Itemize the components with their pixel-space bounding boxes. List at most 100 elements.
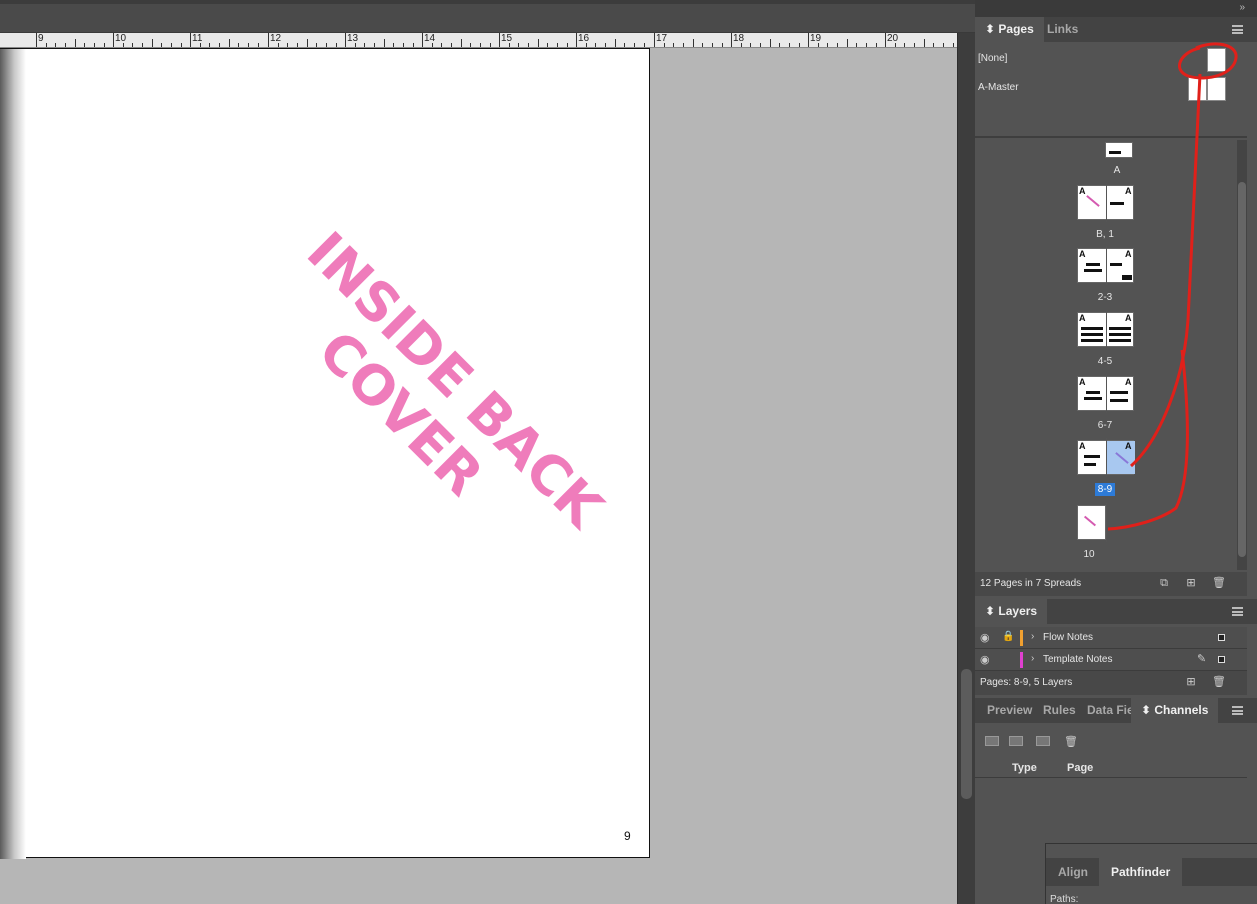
eye-icon[interactable]: ◉ [980,653,990,666]
ruler-minor-tick [200,43,201,47]
trash-icon[interactable]: 🗑 [1212,676,1226,688]
spread-label-10: 10 [1083,549,1095,560]
chevron-right-icon[interactable]: › [1031,653,1034,664]
panel-menu-icon[interactable] [1232,607,1243,616]
ruler-minor-tick [209,43,210,47]
tab-layers[interactable]: ⬍ Layers [975,599,1048,624]
layer-target-square[interactable] [1218,634,1225,641]
ruler-minor-tick [94,43,95,47]
collapse-dock-bar[interactable]: » [975,0,1257,17]
panel-menu-icon[interactable] [1232,706,1243,715]
ruler-major-tick [268,33,269,47]
new-page-icon[interactable]: ⊞ [1185,577,1197,589]
ruler-minor-tick [664,43,665,47]
master-a-label[interactable]: A-Master [978,82,1019,93]
double-chevron-icon[interactable]: » [1239,2,1245,13]
lock-icon[interactable]: 🔒 [1002,631,1014,642]
ruler-minor-tick [750,43,751,47]
layer-row-flow-notes[interactable]: ◉ 🔒 › Flow Notes [975,627,1247,649]
master-a-left-thumbnail[interactable] [1188,77,1207,101]
tab-links[interactable]: Links [1037,17,1088,42]
ruler-major-tick [113,33,114,47]
text-channel-icon[interactable] [985,736,999,746]
document-canvas[interactable]: INSIDE BACK COVER 9 [0,48,957,904]
spread-thumbnail-8-9[interactable]: AA [1077,438,1135,477]
ruler-minor-tick [123,43,124,47]
spread-label-4-5: 4-5 [1097,356,1113,367]
ruler-minor-tick [326,43,327,47]
trash-icon[interactable]: 🗑 [1212,577,1226,589]
ruler-minor-tick [876,43,877,47]
new-layer-icon[interactable]: ⊞ [1185,676,1197,688]
ruler-minor-tick [818,43,819,47]
ruler-minor-tick [480,43,481,47]
inside-back-cover-text[interactable]: INSIDE BACK COVER [127,220,615,688]
channels-panel-tabbar: Preview Rules Data Fie ⬍ Channels [975,698,1257,723]
ruler-major-tick [654,33,655,47]
tab-pathfinder[interactable]: Pathfinder [1099,858,1183,886]
spread-label-2-3: 2-3 [1097,292,1113,303]
ruler-minor-tick [46,43,47,47]
spread-thumbnail-10[interactable] [1077,503,1107,542]
ruler-minor-tick [615,39,616,47]
scrollbar-thumb[interactable] [961,669,972,799]
spread-label-first: A [1113,165,1121,176]
master-a-right-thumbnail[interactable] [1207,77,1226,101]
canvas-vertical-scrollbar[interactable] [957,33,975,904]
layer-row-template-notes[interactable]: ◉ › Template Notes ✎ [975,649,1247,671]
ruler-number: 15 [501,33,513,44]
image-channel-icon[interactable] [1009,736,1023,746]
ruler-minor-tick [403,43,404,47]
ruler-minor-tick [895,43,896,47]
ruler-major-tick [499,33,500,47]
ruler-minor-tick [55,43,56,47]
trash-icon[interactable]: 🗑 [1064,736,1078,748]
ruler-minor-tick [307,39,308,47]
ruler-minor-tick [779,43,780,47]
master-none-label[interactable]: [None] [978,53,1007,64]
ruler-minor-tick [557,43,558,47]
column-type[interactable]: Type [1012,762,1037,774]
spread-thumbnail-b-1[interactable]: AA [1077,183,1134,222]
spread-thumbnail-4-5[interactable]: AA [1077,310,1134,349]
eye-icon[interactable]: ◉ [980,631,990,644]
spread-thumbnail-2-3[interactable]: AA [1077,246,1134,285]
tab-align[interactable]: Align [1046,858,1100,886]
ruler-minor-tick [856,43,857,47]
spread-thumbnail-6-7[interactable]: AA [1077,374,1134,413]
edit-page-size-icon[interactable]: ⧉ [1158,577,1170,589]
pages-scrollbar[interactable] [1237,140,1247,570]
unlink-channel-icon[interactable] [1036,736,1050,746]
ruler-minor-tick [712,43,713,47]
horizontal-ruler[interactable]: 9 10 11 12 13 14 15 16 17 18 19 20 [0,33,957,48]
ruler-minor-tick [65,43,66,47]
ruler-minor-tick [451,43,452,47]
ruler-number: 19 [810,33,822,44]
ruler-minor-tick [837,43,838,47]
layer-name: Flow Notes [1043,632,1094,643]
panel-menu-icon[interactable] [1232,25,1243,34]
page-number: 9 [624,829,631,843]
tab-channels[interactable]: ⬍ Channels [1131,698,1219,723]
tab-pages[interactable]: ⬍ Pages [975,17,1044,42]
column-page[interactable]: Page [1067,762,1093,774]
pages-thumbnails-area[interactable]: A AA B, 1 AA 2-3 AA 4-5 A A 6-7 A A 8-9 … [975,138,1237,570]
ruler-minor-tick [693,39,694,47]
layer-target-square[interactable] [1218,656,1225,663]
ruler-minor-tick [722,43,723,47]
ruler-minor-tick [595,43,596,47]
ruler-number: 13 [347,33,359,44]
document-page[interactable]: INSIDE BACK COVER 9 [0,48,650,859]
pages-scrollbar-thumb[interactable] [1238,182,1246,557]
ruler-minor-tick [624,43,625,47]
ruler-major-tick [345,33,346,47]
master-none-thumbnail[interactable] [1207,48,1226,72]
layers-info-text: Pages: 8-9, 5 Layers [980,677,1073,688]
spine-shadow [0,49,26,859]
ruler-minor-tick [248,43,249,47]
spread-thumbnail-first[interactable] [1105,142,1133,158]
ruler-minor-tick [799,43,800,47]
spread-label-b-1: B, 1 [1096,229,1114,240]
control-bar [0,0,975,33]
chevron-right-icon[interactable]: › [1031,631,1034,642]
